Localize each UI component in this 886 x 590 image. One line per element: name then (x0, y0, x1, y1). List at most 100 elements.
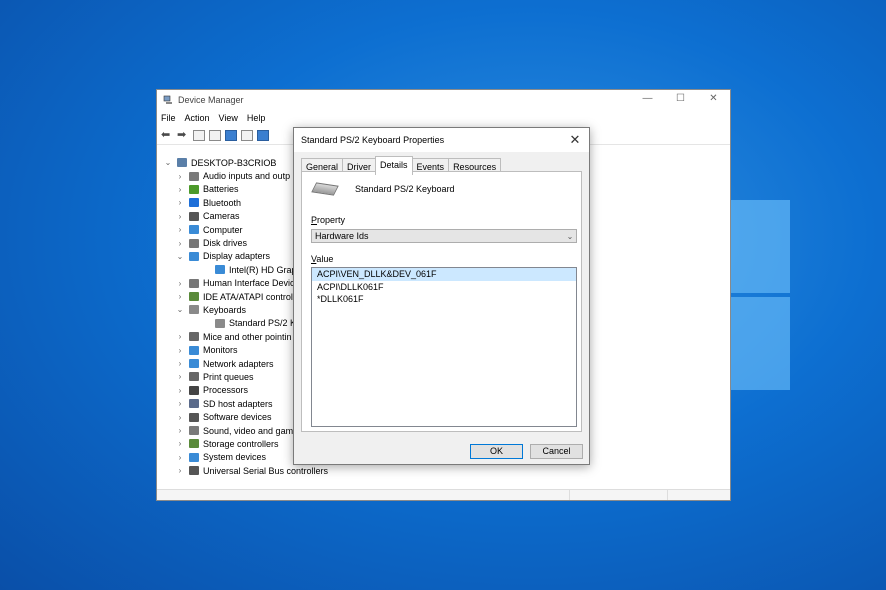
monitor-icon[interactable] (257, 129, 269, 141)
device-category-icon (189, 466, 199, 476)
device-name: Standard PS/2 Keyboard (355, 184, 455, 194)
device-category-icon (215, 318, 225, 328)
tree-node-label: Keyboards (203, 304, 247, 315)
details-panel: Standard PS/2 Keyboard Property Hardware… (301, 171, 582, 432)
collapse-chevron-icon[interactable]: › (175, 386, 185, 395)
device-category-icon (189, 332, 199, 342)
property-label: Property (311, 215, 346, 225)
forward-arrow-icon[interactable]: ➡ (177, 129, 189, 141)
collapse-chevron-icon[interactable]: › (175, 292, 185, 301)
collapse-chevron-icon[interactable]: › (175, 453, 185, 462)
status-bar (157, 489, 730, 500)
tree-node-label: Bluetooth (203, 197, 242, 208)
property-dropdown[interactable]: Hardware Ids ⌄ (311, 229, 577, 243)
device-category-icon (189, 292, 199, 302)
device-manager-icon (163, 95, 172, 104)
maximize-button[interactable]: ☐ (664, 90, 697, 110)
tree-node[interactable]: › Universal Serial Bus controllers (163, 464, 723, 477)
close-button[interactable]: ✕ (697, 90, 730, 110)
view-icon[interactable] (241, 129, 253, 141)
collapse-chevron-icon[interactable]: › (175, 346, 185, 355)
collapse-chevron-icon[interactable]: › (175, 332, 185, 341)
collapse-chevron-icon[interactable]: › (175, 466, 185, 475)
expand-chevron-icon[interactable]: ⌄ (175, 305, 185, 314)
menu-bar: File Action View Help (157, 110, 730, 126)
device-category-icon (189, 372, 199, 382)
device-category-icon (177, 158, 187, 168)
cancel-button[interactable]: Cancel (530, 444, 583, 459)
tree-node-label: Print queues (203, 371, 254, 382)
dialog-title-bar: Standard PS/2 Keyboard Properties ✕ (294, 128, 589, 152)
value-list-item[interactable]: ACPI\VEN_DLLK&DEV_061F (312, 268, 576, 281)
property-selected-value: Hardware Ids (315, 231, 369, 241)
keyboard-icon (311, 182, 339, 196)
tree-node-label: Software devices (203, 412, 272, 423)
collapse-chevron-icon[interactable]: › (175, 413, 185, 422)
keyboard-properties-dialog: Standard PS/2 Keyboard Properties ✕ Gene… (293, 127, 590, 465)
tree-node-label: Monitors (203, 345, 238, 356)
collapse-chevron-icon[interactable]: › (175, 372, 185, 381)
minimize-button[interactable]: — (631, 90, 664, 110)
tree-node-label: Display adapters (203, 251, 271, 262)
menu-view[interactable]: View (219, 113, 238, 123)
device-category-icon (215, 265, 225, 275)
help-icon[interactable] (225, 129, 237, 141)
window-title: Device Manager (178, 95, 244, 105)
value-list-item[interactable]: *DLLK061F (312, 293, 576, 306)
ok-button[interactable]: OK (470, 444, 523, 459)
device-category-icon (189, 211, 199, 221)
tree-node-label: Universal Serial Bus controllers (203, 465, 329, 476)
value-list-item[interactable]: ACPI\DLLK061F (312, 281, 576, 294)
tree-node-label: Computer (203, 224, 243, 235)
tree-node-label: DESKTOP-B3CRIOB (191, 157, 277, 168)
menu-help[interactable]: Help (247, 113, 266, 123)
tree-node-label: Audio inputs and outp (203, 171, 291, 182)
collapse-chevron-icon[interactable]: › (175, 239, 185, 248)
tree-node-label: Batteries (203, 184, 239, 195)
device-category-icon (189, 198, 199, 208)
chevron-down-icon: ⌄ (566, 231, 574, 241)
collapse-chevron-icon[interactable]: › (175, 279, 185, 288)
device-category-icon (189, 225, 199, 235)
collapse-chevron-icon[interactable]: › (175, 426, 185, 435)
expand-chevron-icon[interactable]: ⌄ (163, 158, 173, 167)
back-arrow-icon[interactable]: ⬅ (161, 129, 173, 141)
collapse-chevron-icon[interactable]: › (175, 225, 185, 234)
device-category-icon (189, 278, 199, 288)
menu-file[interactable]: File (161, 113, 176, 123)
collapse-chevron-icon[interactable]: › (175, 359, 185, 368)
device-category-icon (189, 399, 199, 409)
tree-node-label: Sound, video and gam (203, 425, 294, 436)
device-category-icon (189, 345, 199, 355)
device-category-icon (189, 412, 199, 422)
tree-node-label: Mice and other pointin (203, 331, 292, 342)
tree-node-label: System devices (203, 452, 267, 463)
collapse-chevron-icon[interactable]: › (175, 212, 185, 221)
device-category-icon (189, 426, 199, 435)
collapse-chevron-icon[interactable]: › (175, 198, 185, 207)
dialog-close-button[interactable]: ✕ (561, 132, 589, 148)
tree-node-label: Storage controllers (203, 438, 279, 449)
collapse-chevron-icon[interactable]: › (175, 439, 185, 448)
collapse-chevron-icon[interactable]: › (175, 172, 185, 181)
tree-node-label: SD host adapters (203, 398, 273, 409)
tree-node-label: Disk drives (203, 238, 248, 249)
dialog-title: Standard PS/2 Keyboard Properties (301, 135, 445, 145)
tree-node-label: Cameras (203, 211, 240, 222)
collapse-chevron-icon[interactable]: › (175, 399, 185, 408)
device-category-icon (189, 359, 199, 369)
value-listbox[interactable]: ACPI\VEN_DLLK&DEV_061F ACPI\DLLK061F *DLLK… (311, 267, 577, 427)
device-category-icon (189, 305, 199, 315)
document-icon[interactable] (209, 129, 221, 141)
collapse-chevron-icon[interactable]: › (175, 185, 185, 194)
tree-node-label: Human Interface Devic (203, 278, 295, 289)
expand-chevron-icon[interactable]: ⌄ (175, 252, 185, 261)
menu-action[interactable]: Action (185, 113, 210, 123)
tree-node-label: Processors (203, 385, 249, 396)
value-label: Value (311, 254, 334, 264)
device-category-icon (189, 439, 199, 449)
device-category-icon (189, 184, 199, 194)
device-category-icon (189, 171, 199, 181)
tab-details[interactable]: Details (375, 156, 413, 175)
properties-grid-icon[interactable] (193, 129, 205, 141)
